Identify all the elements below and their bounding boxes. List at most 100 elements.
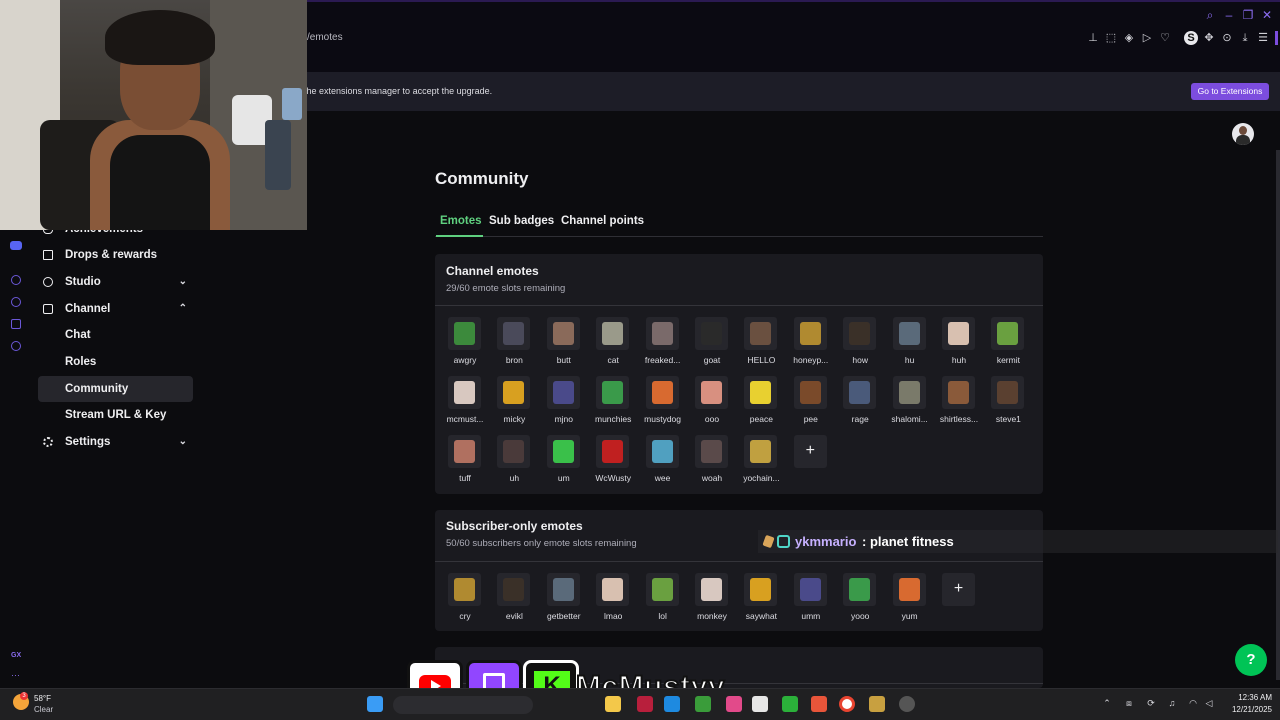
emote-item[interactable]: mjno (539, 376, 589, 430)
sidebar-item-roles[interactable]: Roles (38, 349, 193, 375)
emote-item[interactable]: shalomi... (885, 376, 935, 430)
emote-item[interactable]: huh (934, 317, 984, 371)
xbox-icon[interactable] (695, 696, 711, 712)
emote-item[interactable]: wee (638, 435, 688, 489)
heart-icon[interactable]: ♡ (1158, 31, 1172, 45)
emote-item[interactable]: evikl (489, 573, 539, 627)
tab-channel-points[interactable]: Channel points (561, 215, 644, 227)
emote-item[interactable]: steve1 (983, 376, 1033, 430)
emote-item[interactable]: lol (638, 573, 688, 627)
help-button[interactable]: ? (1235, 644, 1267, 676)
emote-item[interactable]: freaked... (638, 317, 688, 371)
search-icon[interactable]: ⌕ (1203, 8, 1217, 22)
emote-item[interactable]: awgry (440, 317, 490, 371)
app-icon[interactable] (726, 696, 742, 712)
clock-date[interactable]: 12/21/2025 (1218, 705, 1272, 714)
emote-item[interactable]: shirtless... (934, 376, 984, 430)
emote-item[interactable]: yum (885, 573, 935, 627)
emote-item[interactable]: cat (588, 317, 638, 371)
emote-item[interactable]: yochain... (736, 435, 786, 489)
taskbar-search[interactable] (393, 696, 533, 714)
spotify-icon[interactable] (782, 696, 798, 712)
minimize-icon[interactable]: – (1222, 8, 1236, 22)
explorer-icon[interactable] (605, 696, 621, 712)
emote-item[interactable]: goat (687, 317, 737, 371)
sidebar-item-settings[interactable]: Settings ⌄ (38, 429, 193, 455)
profile-icon[interactable]: ⊙ (1220, 31, 1234, 45)
emote-item[interactable]: pee (786, 376, 836, 430)
steam-icon[interactable] (899, 696, 915, 712)
microphone-icon[interactable]: ♫ (1166, 698, 1178, 708)
emote-item[interactable]: mustydog (638, 376, 688, 430)
sidebar-item-studio[interactable]: Studio ⌄ (38, 269, 193, 295)
download-icon[interactable]: ⤓ (1238, 31, 1252, 45)
edge-icon[interactable] (664, 696, 680, 712)
restore-icon[interactable]: ❐ (1241, 8, 1255, 22)
shield-icon[interactable]: ◈ (1122, 31, 1136, 45)
tray-app-icon[interactable]: ⧈ (1123, 698, 1135, 709)
screenshot-icon[interactable]: ⬚ (1104, 31, 1118, 45)
emote-item[interactable]: yooo (835, 573, 885, 627)
sidebar-item-channel[interactable]: Channel ⌃ (38, 296, 193, 322)
emote-item[interactable]: honeyp... (786, 317, 836, 371)
extensions-rail-icon[interactable] (11, 319, 21, 329)
emote-item[interactable]: HELLO (736, 317, 786, 371)
emote-item[interactable]: WcWusty (588, 435, 638, 489)
sidebar-item-stream-url[interactable]: Stream URL & Key (38, 402, 193, 428)
sidebar-item-drops[interactable]: Drops & rewards (38, 242, 193, 268)
chevron-up-icon[interactable]: ⌃ (1101, 698, 1113, 709)
emote-item[interactable]: micky (489, 376, 539, 430)
opera-icon[interactable] (637, 696, 653, 712)
emote-item[interactable]: saywhat (736, 573, 786, 627)
start-icon[interactable] (367, 696, 383, 712)
volume-icon[interactable]: ◁ (1203, 698, 1215, 709)
pin-icon[interactable]: ⊥ (1086, 31, 1100, 45)
game-icon[interactable] (869, 696, 885, 712)
sidebar-item-community[interactable]: Community (38, 376, 193, 402)
player-icon[interactable] (11, 275, 21, 285)
emote-item[interactable]: umm (786, 573, 836, 627)
discord-icon[interactable] (10, 241, 22, 250)
tab-sub-badges[interactable]: Sub badges (489, 215, 554, 227)
add-emote-button[interactable]: + (793, 435, 827, 468)
emote-item[interactable]: getbetter (539, 573, 589, 627)
obs-icon[interactable] (811, 696, 827, 712)
emote-item[interactable]: lmao (588, 573, 638, 627)
emote-item[interactable]: munchies (588, 376, 638, 430)
settings-rail-icon[interactable] (11, 341, 21, 351)
emote-item[interactable]: um (539, 435, 589, 489)
emote-item[interactable]: butt (539, 317, 589, 371)
emote-item[interactable]: peace (736, 376, 786, 430)
sidebar-item-chat[interactable]: Chat (38, 322, 193, 348)
play-icon[interactable]: ▷ (1140, 31, 1154, 45)
close-icon[interactable]: ✕ (1260, 8, 1274, 22)
emote-item[interactable]: how (835, 317, 885, 371)
add-emote-button[interactable]: + (942, 573, 975, 606)
emote-item[interactable]: ooo (687, 376, 737, 430)
tab-emotes[interactable]: Emotes (440, 215, 482, 227)
emote-item[interactable]: uh (489, 435, 539, 489)
wifi-icon[interactable]: ◠ (1187, 698, 1199, 709)
emote-item[interactable]: tuff (440, 435, 490, 489)
emote-item[interactable]: bron (489, 317, 539, 371)
avatar[interactable] (1232, 123, 1254, 145)
scrollbar[interactable] (1276, 150, 1280, 680)
emote-item[interactable]: kermit (983, 317, 1033, 371)
emote-item[interactable]: hu (885, 317, 935, 371)
address-bar-url[interactable]: /emotes (307, 32, 343, 43)
puzzle-icon[interactable]: ✥ (1202, 31, 1216, 45)
emote-item[interactable]: woah (687, 435, 737, 489)
sidebar-toggle[interactable] (1275, 31, 1278, 45)
sync-icon[interactable]: ⟳ (1145, 698, 1157, 709)
emote-item[interactable]: rage (835, 376, 885, 430)
more-icon[interactable]: ··· (11, 670, 20, 680)
emote-item[interactable]: cry (440, 573, 490, 627)
extension-s-icon[interactable]: S (1184, 31, 1198, 45)
history-icon[interactable] (11, 297, 21, 307)
store-icon[interactable] (752, 696, 768, 712)
clock-time[interactable]: 12:36 AM (1226, 693, 1272, 702)
emote-item[interactable]: monkey (687, 573, 737, 627)
emote-item[interactable]: mcmust... (440, 376, 490, 430)
go-to-extensions-button[interactable]: Go to Extensions (1191, 83, 1269, 100)
chrome-icon[interactable] (839, 696, 855, 712)
